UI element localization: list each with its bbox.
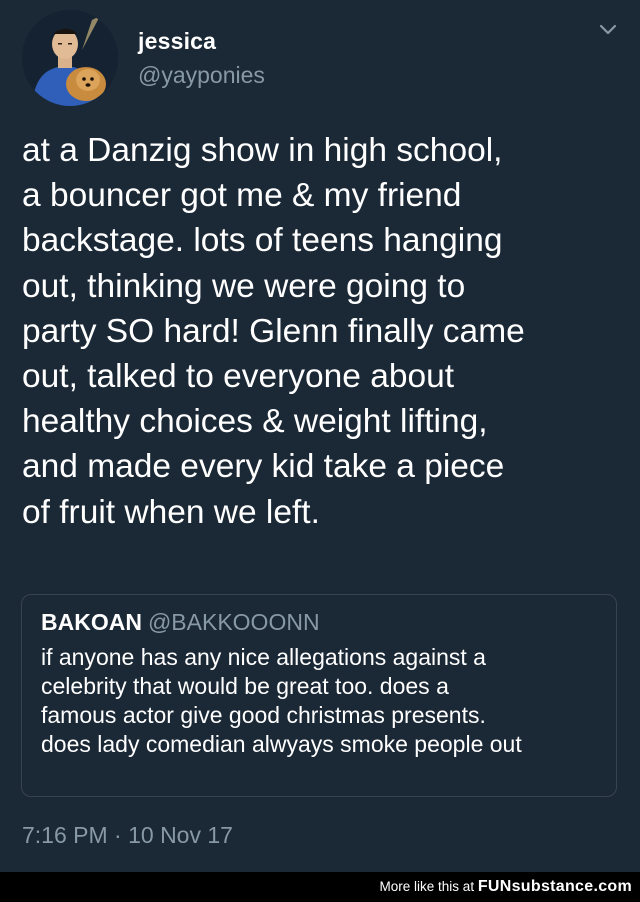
quoted-author-handle: @BAKKOOONN xyxy=(147,609,320,635)
quoted-tweet[interactable]: BAKOAN @BAKKOOONN if anyone has any nice … xyxy=(21,594,617,797)
avatar[interactable] xyxy=(22,10,118,106)
watermark-prefix: More like this at xyxy=(379,879,478,894)
watermark-text[interactable]: More like this at FUNsubstance.com xyxy=(380,878,632,896)
tweet-text: at a Danzig show in high school, a bounc… xyxy=(22,132,525,531)
quoted-tweet-text: if anyone has any nice allegations again… xyxy=(41,644,522,757)
tweet-timestamp[interactable]: 7:16 PM · 10 Nov 17 xyxy=(22,822,233,849)
quoted-tweet-header: BAKOAN @BAKKOOONN xyxy=(41,609,320,636)
quoted-author-name: BAKOAN xyxy=(41,609,142,635)
author-handle[interactable]: @yayponies xyxy=(138,62,265,89)
author-display-name[interactable]: jessica xyxy=(138,28,216,55)
chevron-down-icon[interactable] xyxy=(594,16,622,44)
watermark-footer: More like this at FUNsubstance.com xyxy=(0,872,640,902)
avatar-image-icon xyxy=(22,10,118,106)
tweet-header: jessica @yayponies xyxy=(22,10,622,110)
watermark-brand: FUNsubstance.com xyxy=(477,878,632,895)
